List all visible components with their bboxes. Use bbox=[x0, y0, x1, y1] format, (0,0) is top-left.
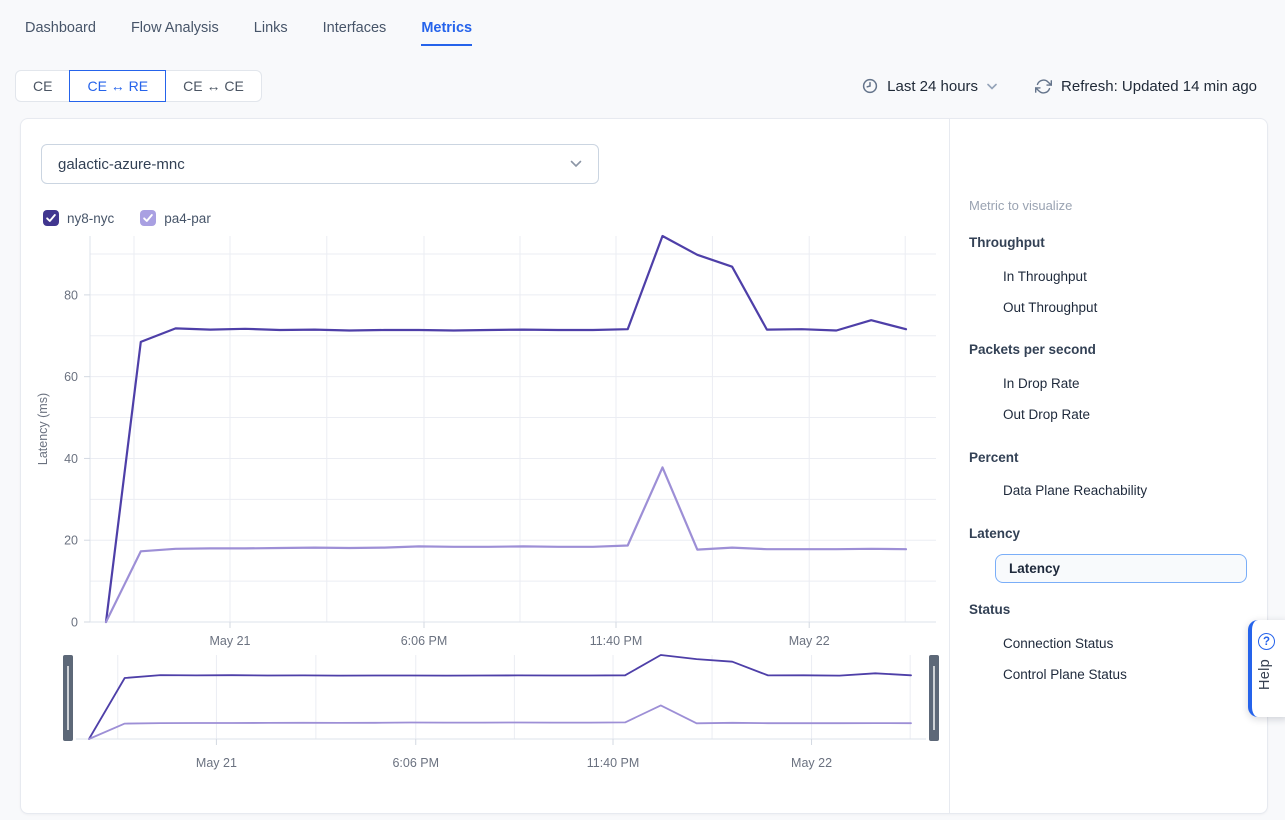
metric-group-latency: Latency bbox=[969, 526, 1020, 541]
svg-text:80: 80 bbox=[64, 288, 78, 302]
tab-links[interactable]: Links bbox=[254, 20, 288, 46]
metric-group-percent: Percent bbox=[969, 450, 1019, 465]
svg-text:Latency (ms): Latency (ms) bbox=[36, 393, 50, 465]
tab-metrics[interactable]: Metrics bbox=[421, 20, 472, 46]
metric-picker-title: Metric to visualize bbox=[969, 198, 1072, 213]
metric-group-packets: Packets per second bbox=[969, 342, 1096, 357]
svg-text:11:40 PM: 11:40 PM bbox=[587, 756, 640, 770]
filter-ce-re-button[interactable]: CE ↔ RE bbox=[69, 70, 166, 102]
device-select[interactable]: galactic-azure-mnc bbox=[41, 144, 599, 184]
legend-item-ny8-nyc[interactable]: ny8-nyc bbox=[43, 210, 114, 226]
chevron-down-icon bbox=[987, 83, 997, 90]
svg-text:60: 60 bbox=[64, 370, 78, 384]
legend-item-pa4-par[interactable]: pa4-par bbox=[140, 210, 211, 226]
svg-text:40: 40 bbox=[64, 452, 78, 466]
help-question-icon: ? bbox=[1258, 633, 1275, 650]
svg-text:11:40 PM: 11:40 PM bbox=[590, 634, 643, 648]
panel-divider bbox=[949, 119, 950, 813]
tab-interfaces[interactable]: Interfaces bbox=[323, 20, 387, 46]
refresh-status-label: Refresh: Updated 14 min ago bbox=[1061, 78, 1257, 95]
metric-item-in-drop-rate[interactable]: In Drop Rate bbox=[1003, 376, 1080, 391]
tab-dashboard[interactable]: Dashboard bbox=[25, 20, 96, 46]
latency-line-chart[interactable]: May 21 6:06 PM 11:40 PM May 22 0 20 40 60 80 Late… bbox=[31, 229, 951, 659]
metric-item-latency-selected[interactable]: Latency bbox=[995, 554, 1247, 583]
chevron-down-icon bbox=[570, 160, 582, 168]
legend-label: pa4-par bbox=[164, 211, 211, 226]
clock-icon bbox=[862, 78, 878, 94]
checkbox-checked-icon bbox=[140, 210, 156, 226]
tab-flow-analysis[interactable]: Flow Analysis bbox=[131, 20, 219, 46]
help-button[interactable]: ? Help bbox=[1248, 620, 1285, 717]
metric-group-status: Status bbox=[969, 602, 1010, 617]
legend-label: ny8-nyc bbox=[67, 211, 114, 226]
svg-text:May 22: May 22 bbox=[789, 634, 830, 648]
time-controls: Last 24 hours Refresh: Updated 14 min ag… bbox=[862, 70, 1257, 102]
device-select-value: galactic-azure-mnc bbox=[58, 156, 185, 173]
time-range-label: Last 24 hours bbox=[887, 78, 978, 95]
metric-item-out-throughput[interactable]: Out Throughput bbox=[1003, 300, 1097, 315]
svg-text:May 21: May 21 bbox=[196, 756, 237, 770]
time-range-selector[interactable]: Last 24 hours bbox=[862, 78, 997, 95]
svg-text:May 21: May 21 bbox=[210, 634, 251, 648]
metric-item-data-plane-reachability[interactable]: Data Plane Reachability bbox=[1003, 483, 1147, 498]
refresh-icon bbox=[1035, 78, 1052, 95]
metrics-panel: galactic-azure-mnc ny8-nyc pa4-par May 2… bbox=[20, 118, 1268, 814]
svg-text:6:06 PM: 6:06 PM bbox=[392, 756, 439, 770]
help-label: Help bbox=[1257, 659, 1273, 690]
checkbox-checked-icon bbox=[43, 210, 59, 226]
metric-item-connection-status[interactable]: Connection Status bbox=[1003, 636, 1113, 651]
metric-item-in-throughput[interactable]: In Throughput bbox=[1003, 269, 1087, 284]
metric-group-throughput: Throughput bbox=[969, 235, 1045, 250]
refresh-control[interactable]: Refresh: Updated 14 min ago bbox=[1035, 78, 1257, 95]
connection-type-filter: CE CE ↔ RE CE ↔ CE bbox=[15, 70, 262, 102]
svg-text:6:06 PM: 6:06 PM bbox=[401, 634, 448, 648]
metrics-page: { "nav": { "tabs": [ {"label": "Dashboar… bbox=[0, 0, 1285, 820]
brush-range-selector[interactable]: May 21 6:06 PM 11:40 PM May 22 bbox=[31, 649, 951, 779]
filter-ce-button[interactable]: CE bbox=[15, 70, 70, 102]
svg-text:May 22: May 22 bbox=[791, 756, 832, 770]
svg-text:0: 0 bbox=[71, 616, 78, 630]
filter-ce-ce-button[interactable]: CE ↔ CE bbox=[165, 70, 262, 102]
metric-item-out-drop-rate[interactable]: Out Drop Rate bbox=[1003, 407, 1090, 422]
metric-item-control-plane-status[interactable]: Control Plane Status bbox=[1003, 667, 1127, 682]
svg-text:20: 20 bbox=[64, 534, 78, 548]
series-legend: ny8-nyc pa4-par bbox=[43, 210, 211, 226]
top-nav: Dashboard Flow Analysis Links Interfaces… bbox=[25, 20, 472, 46]
